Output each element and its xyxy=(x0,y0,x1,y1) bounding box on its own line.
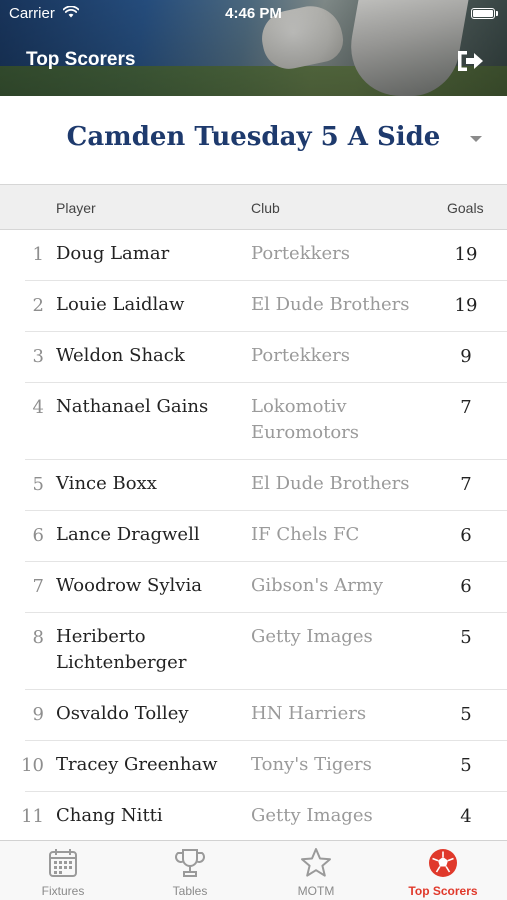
row-rank: 6 xyxy=(32,525,44,546)
trophy-icon xyxy=(175,849,205,877)
row-player: Nathanael Gains xyxy=(56,396,209,417)
table-row[interactable]: 11 Chang Nitti Getty Images 4 xyxy=(0,792,507,843)
row-goals: 7 xyxy=(460,474,472,495)
row-rank: 3 xyxy=(32,346,44,367)
header-banner: Carrier 4:46 PM Top Scorers xyxy=(0,0,507,96)
row-goals: 4 xyxy=(460,806,472,827)
dropdown-caret-icon[interactable] xyxy=(470,136,482,142)
row-club: El Dude Brothers xyxy=(251,473,410,494)
row-rank: 5 xyxy=(32,474,44,495)
column-header-club: Club xyxy=(251,200,280,216)
table-row[interactable]: 1 Doug Lamar Portekkers 19 xyxy=(0,230,507,281)
row-goals: 9 xyxy=(460,346,472,367)
row-player: Woodrow Sylvia xyxy=(56,575,202,596)
row-rank: 7 xyxy=(32,576,44,597)
row-player: Doug Lamar xyxy=(56,243,170,264)
row-club: IF Chels FC xyxy=(251,524,360,545)
column-header-player: Player xyxy=(56,200,96,216)
row-rank: 1 xyxy=(32,244,44,265)
row-player: Weldon Shack xyxy=(56,345,185,366)
table-row[interactable]: 6 Lance Dragwell IF Chels FC 6 xyxy=(0,511,507,562)
row-club: Getty Images xyxy=(251,626,373,647)
row-club: Portekkers xyxy=(251,243,351,264)
football-icon xyxy=(429,849,457,877)
league-name: Camden Tuesday 5 A Side xyxy=(66,122,441,152)
row-goals: 6 xyxy=(460,525,472,546)
table-row[interactable]: 4 Nathanael Gains Lokomotiv Euromotors 7 xyxy=(0,383,507,460)
tab-bar: Fixtures Tables MOTM Top Scorers xyxy=(0,840,507,900)
row-player: Tracey Greenhaw xyxy=(56,754,218,775)
column-header-goals: Goals xyxy=(447,200,484,216)
league-selector[interactable]: Camden Tuesday 5 A Side xyxy=(0,96,507,184)
row-club: Gibson's Army xyxy=(251,575,384,596)
row-goals: 19 xyxy=(454,244,478,265)
page-title: Top Scorers xyxy=(26,49,136,70)
table-row[interactable]: 8 Heriberto Lichtenberger Getty Images 5 xyxy=(0,613,507,690)
table-row[interactable]: 2 Louie Laidlaw El Dude Brothers 19 xyxy=(0,281,507,332)
row-club: Lokomotiv Euromotors xyxy=(251,396,359,443)
table-row[interactable]: 3 Weldon Shack Portekkers 9 xyxy=(0,332,507,383)
row-goals: 5 xyxy=(460,755,472,776)
row-player: Lance Dragwell xyxy=(56,524,200,545)
row-club: Tony's Tigers xyxy=(251,754,372,775)
scorers-list: 1 Doug Lamar Portekkers 19 2 Louie Laidl… xyxy=(0,230,507,843)
tab-fixtures[interactable]: Fixtures xyxy=(0,841,126,900)
tab-label: Top Scorers xyxy=(408,884,478,898)
tab-label: Fixtures xyxy=(41,884,85,898)
row-rank: 2 xyxy=(32,295,44,316)
clock: 4:46 PM xyxy=(225,5,282,22)
tab-label: MOTM xyxy=(297,884,335,898)
row-club: El Dude Brothers xyxy=(251,294,410,315)
table-header: Player Club Goals xyxy=(0,184,507,230)
row-club: Getty Images xyxy=(251,805,373,826)
row-rank: 10 xyxy=(21,755,44,776)
row-club: HN Harriers xyxy=(251,703,367,724)
row-rank: 9 xyxy=(32,704,44,725)
table-row[interactable]: 9 Osvaldo Tolley HN Harriers 5 xyxy=(0,690,507,741)
row-goals: 5 xyxy=(460,704,472,725)
tab-tables[interactable]: Tables xyxy=(127,841,253,900)
table-row[interactable]: 5 Vince Boxx El Dude Brothers 7 xyxy=(0,460,507,511)
row-goals: 7 xyxy=(460,397,472,418)
tab-label: Tables xyxy=(172,884,208,898)
row-club: Portekkers xyxy=(251,345,351,366)
table-row[interactable]: 7 Woodrow Sylvia Gibson's Army 6 xyxy=(0,562,507,613)
row-player: Louie Laidlaw xyxy=(56,294,185,315)
row-player: Osvaldo Tolley xyxy=(56,703,189,724)
row-rank: 11 xyxy=(21,806,44,827)
calendar-icon xyxy=(49,849,77,877)
star-icon xyxy=(301,848,331,877)
table-row[interactable]: 10 Tracey Greenhaw Tony's Tigers 5 xyxy=(0,741,507,792)
logout-icon[interactable] xyxy=(454,48,486,74)
row-goals: 6 xyxy=(460,576,472,597)
status-bar: Carrier 4:46 PM xyxy=(0,0,507,28)
tab-top-scorers[interactable]: Top Scorers xyxy=(380,841,506,900)
row-rank: 4 xyxy=(32,397,44,418)
row-player: Chang Nitti xyxy=(56,805,163,826)
row-goals: 19 xyxy=(454,295,478,316)
tab-motm[interactable]: MOTM xyxy=(253,841,379,900)
battery-icon xyxy=(471,8,498,19)
row-player: Heriberto Lichtenberger xyxy=(56,626,187,673)
row-rank: 8 xyxy=(32,627,44,648)
row-goals: 5 xyxy=(460,627,472,648)
row-player: Vince Boxx xyxy=(56,473,157,494)
